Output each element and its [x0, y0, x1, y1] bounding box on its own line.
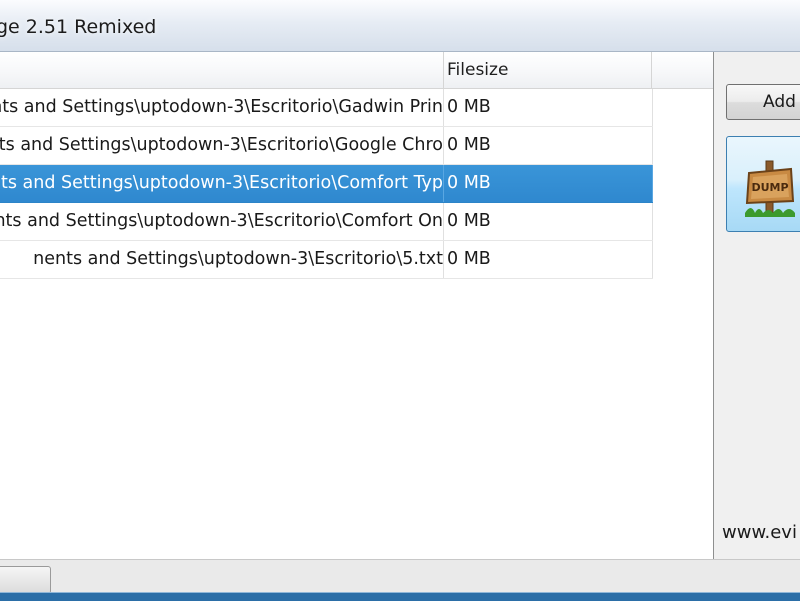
- file-path: nents and Settings\uptodown-3\Escritorio…: [0, 135, 443, 155]
- file-path: nents and Settings\uptodown-3\Escritorio…: [33, 249, 443, 269]
- file-path: nents and Settings\uptodown-3\Escritorio…: [0, 211, 443, 231]
- file-list[interactable]: Filesize nents and Settings\uptodown-3\E…: [0, 52, 714, 559]
- file-path: nents and Settings\uptodown-3\Escritorio…: [0, 97, 443, 117]
- file-path-cell: nents and Settings\uptodown-3\Escritorio…: [0, 203, 444, 240]
- filesize-cell: 0 MB: [444, 89, 653, 126]
- scrollbar-thumb[interactable]: [0, 566, 51, 594]
- table-row[interactable]: nents and Settings\uptodown-3\Escritorio…: [0, 241, 653, 279]
- filesize-cell: 0 MB: [444, 127, 653, 164]
- file-path-cell: nents and Settings\uptodown-3\Escritorio…: [0, 127, 444, 164]
- dump-sign-icon: DUMP: [745, 160, 795, 217]
- window-title: ge 2.51 Remixed: [0, 16, 157, 38]
- file-path-cell: nents and Settings\uptodown-3\Escritorio…: [0, 241, 444, 278]
- list-rows: nents and Settings\uptodown-3\Escritorio…: [0, 89, 653, 279]
- table-row[interactable]: nents and Settings\uptodown-3\Escritorio…: [0, 89, 653, 127]
- title-bar[interactable]: ge 2.51 Remixed: [0, 0, 800, 52]
- column-header-path[interactable]: [0, 52, 444, 88]
- dump-button[interactable]: DUMP: [726, 136, 800, 232]
- file-path-cell: nents and Settings\uptodown-3\Escritorio…: [0, 165, 444, 202]
- side-panel: Add DUMP www.evi: [714, 52, 800, 559]
- table-row-selected[interactable]: nents and Settings\uptodown-3\Escritorio…: [0, 165, 653, 203]
- main-area: Filesize nents and Settings\uptodown-3\E…: [0, 52, 800, 600]
- file-path: nents and Settings\uptodown-3\Escritorio…: [0, 173, 443, 193]
- website-link[interactable]: www.evi: [722, 522, 797, 543]
- filesize-cell: 0 MB: [444, 203, 653, 240]
- file-path-cell: nents and Settings\uptodown-3\Escritorio…: [0, 89, 444, 126]
- add-button[interactable]: Add: [726, 84, 800, 120]
- dump-sign-text: DUMP: [751, 181, 788, 194]
- list-header: Filesize: [0, 52, 713, 89]
- table-row[interactable]: nents and Settings\uptodown-3\Escritorio…: [0, 127, 653, 165]
- column-header-filesize[interactable]: Filesize: [444, 52, 652, 88]
- add-button-label: Add: [763, 92, 796, 112]
- filesize-cell: 0 MB: [444, 241, 653, 278]
- filesize-cell: 0 MB: [444, 165, 653, 202]
- table-row[interactable]: nents and Settings\uptodown-3\Escritorio…: [0, 203, 653, 241]
